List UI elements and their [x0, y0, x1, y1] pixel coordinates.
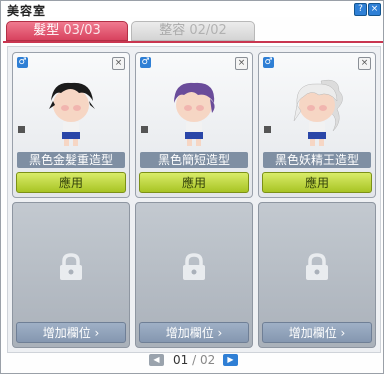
- tab-underline: [3, 41, 383, 43]
- indicator-square: [18, 126, 25, 133]
- apply-button[interactable]: 應用: [262, 172, 372, 193]
- style-name: 黑色妖精王造型: [263, 152, 371, 168]
- locked-slot-2: 增加欄位 ›: [135, 202, 253, 348]
- page-separator: /: [192, 353, 197, 367]
- indicator-square: [141, 126, 148, 133]
- tab-hair[interactable]: 髮型 03/03: [6, 21, 128, 41]
- apply-button[interactable]: 應用: [139, 172, 249, 193]
- tab-face[interactable]: 整容 02/02: [131, 21, 255, 41]
- help-icon[interactable]: ?: [354, 3, 367, 16]
- add-slot-button[interactable]: 增加欄位 ›: [16, 322, 126, 343]
- male-icon: ♂: [140, 57, 151, 68]
- beauty-salon-window: 美容室 ? × 髮型 03/03 整容 02/02 ♂ × 黑色金髮重造型 應用…: [0, 0, 384, 374]
- hair-card-3: ♂ × 黑色妖精王造型 應用: [258, 52, 376, 198]
- add-slot-button[interactable]: 增加欄位 ›: [262, 322, 372, 343]
- close-window-icon[interactable]: ×: [368, 3, 381, 16]
- avatar: [174, 82, 215, 146]
- hair-card-1: ♂ × 黑色金髮重造型 應用: [12, 52, 130, 198]
- lock-icon: [306, 253, 328, 280]
- avatar: [49, 82, 95, 146]
- hair-card-2: ♂ × 黑色簡短造型 應用: [135, 52, 253, 198]
- title-bar: 美容室 ? ×: [1, 1, 383, 18]
- style-name: 黑色金髮重造型: [17, 152, 125, 168]
- lock-icon: [60, 253, 82, 280]
- tab-hair-label: 髮型: [33, 23, 60, 38]
- tab-face-label: 整容: [159, 23, 186, 38]
- tab-hair-count: 03/03: [63, 23, 101, 38]
- page-indicator: 01 / 02: [173, 353, 215, 367]
- delete-slot-icon[interactable]: ×: [358, 57, 371, 70]
- add-slot-button[interactable]: 增加欄位 ›: [139, 322, 249, 343]
- locked-slot-1: 增加欄位 ›: [12, 202, 130, 348]
- male-icon: ♂: [17, 57, 28, 68]
- prev-page-icon[interactable]: ◀: [149, 354, 164, 366]
- indicator-square: [264, 126, 271, 133]
- delete-slot-icon[interactable]: ×: [235, 57, 248, 70]
- avatar: [293, 79, 343, 146]
- lock-icon: [183, 253, 205, 280]
- tab-face-count: 02/02: [189, 23, 227, 38]
- next-page-icon[interactable]: ▶: [223, 354, 238, 366]
- total-pages: 02: [199, 353, 216, 367]
- style-name: 黑色簡短造型: [140, 152, 248, 168]
- current-page: 01: [173, 353, 189, 367]
- male-icon: ♂: [263, 57, 274, 68]
- slot-panel: ♂ × 黑色金髮重造型 應用 ♂ × 黑色簡短造型 應用 ♂ × 黑色妖精王造型…: [7, 46, 381, 353]
- delete-slot-icon[interactable]: ×: [112, 57, 125, 70]
- tab-bar: 髮型 03/03 整容 02/02: [1, 19, 385, 41]
- locked-slot-3: 增加欄位 ›: [258, 202, 376, 348]
- window-title: 美容室: [7, 4, 47, 18]
- apply-button[interactable]: 應用: [16, 172, 126, 193]
